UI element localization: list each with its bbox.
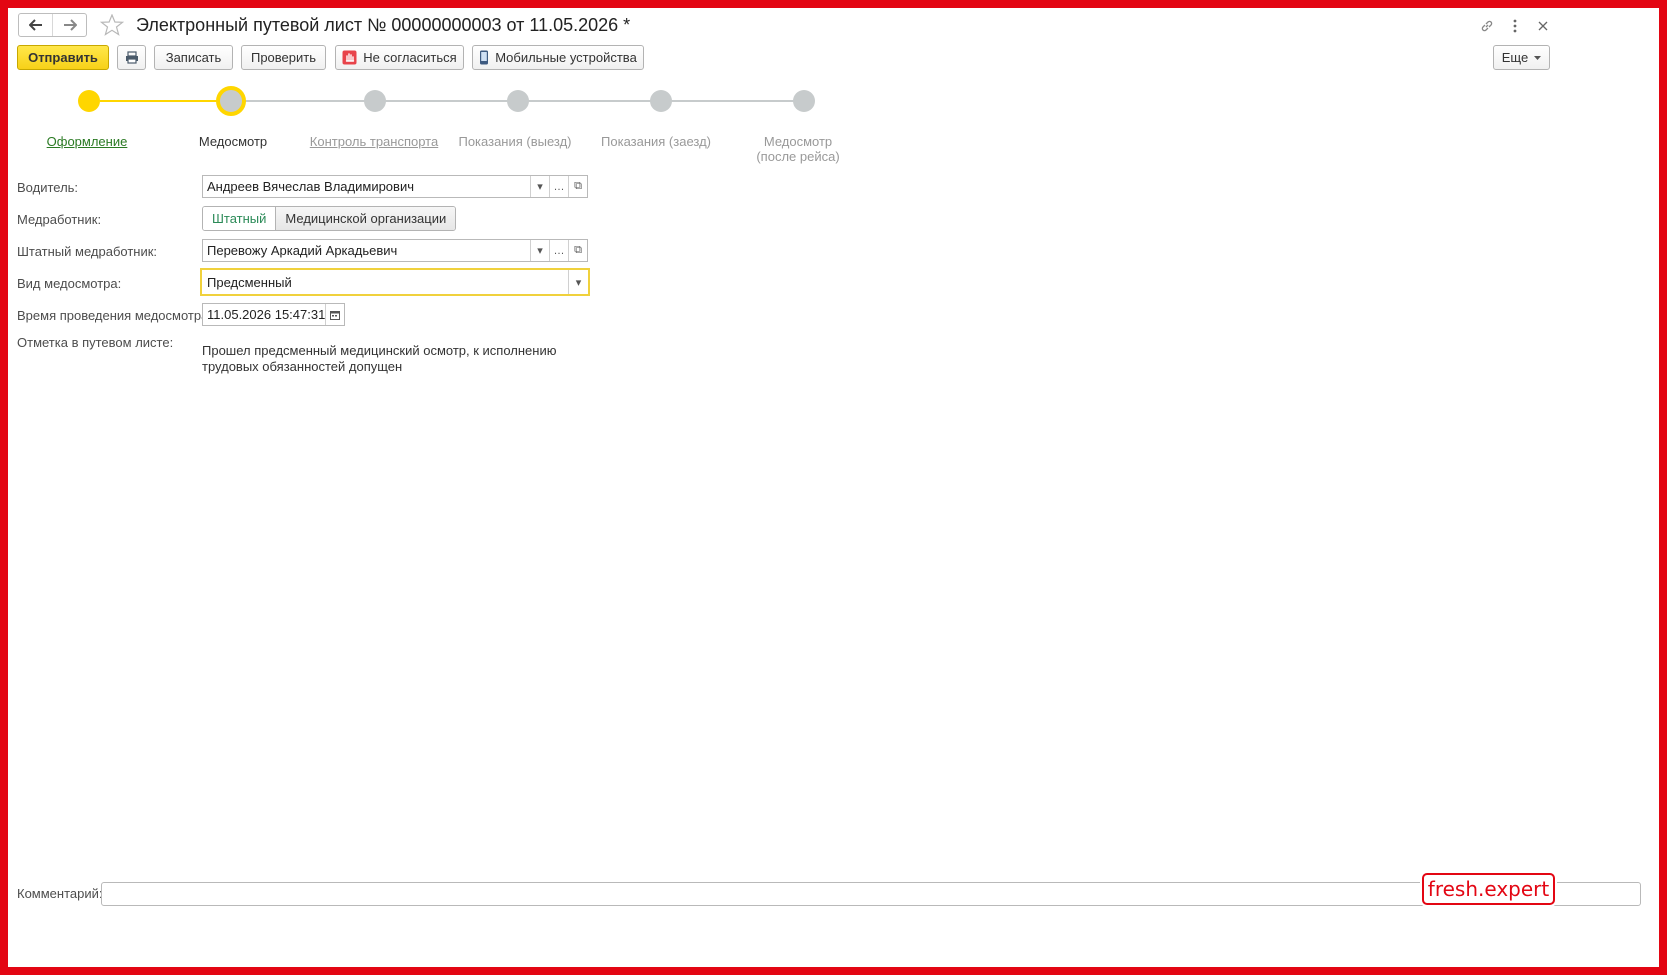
exam-type-value: Предсменный [207, 274, 292, 290]
note-label: Отметка в путевом листе: [17, 335, 174, 350]
link-icon[interactable] [1478, 17, 1496, 35]
print-button[interactable] [117, 45, 146, 70]
comment-input[interactable] [101, 882, 1641, 906]
mobile-devices-label: Мобильные устройства [495, 50, 637, 65]
note-line-2: трудовых обязанностей допущен [202, 359, 403, 374]
stop-hand-icon [342, 50, 357, 65]
printer-icon [125, 51, 138, 64]
arrow-right-icon [63, 19, 77, 31]
disagree-button-label: Не согласиться [363, 50, 457, 65]
chevron-down-icon [1534, 55, 1542, 60]
write-button[interactable]: Записать [154, 45, 233, 70]
exam-time-value: 11.05.2026 15:47:31 [207, 307, 325, 322]
exam-type-dropdown-icon[interactable]: ▾ [568, 270, 588, 294]
disagree-button[interactable]: Не согласиться [335, 45, 464, 70]
driver-dropdown-icon[interactable]: ▾ [530, 176, 549, 197]
check-button[interactable]: Проверить [241, 45, 326, 70]
more-button[interactable]: Еще [1493, 45, 1550, 70]
step-dot-transport-control[interactable] [364, 90, 386, 112]
calendar-icon[interactable] [325, 304, 344, 325]
staff-medworker-label: Штатный медработник: [17, 244, 158, 259]
exam-type-label: Вид медосмотра: [17, 276, 122, 291]
watermark-logo: fresh.expert [1422, 873, 1555, 905]
staff-medworker-select-icon[interactable]: … [549, 240, 568, 261]
driver-select-icon[interactable]: … [549, 176, 568, 197]
step-dot-registration[interactable] [78, 90, 100, 112]
step-transport-control[interactable]: Контроль транспорта [304, 134, 444, 149]
step-registration[interactable]: Оформление [17, 134, 157, 149]
nav-buttons [18, 13, 87, 37]
send-button-label: Отправить [28, 50, 98, 65]
more-vertical-icon[interactable] [1506, 17, 1524, 35]
mobile-devices-button[interactable]: Мобильные устройства [472, 45, 644, 70]
step-dot-readings-in[interactable] [650, 90, 672, 112]
forward-button[interactable] [52, 14, 86, 36]
send-button[interactable]: Отправить [17, 45, 109, 70]
comment-label: Комментарий: [17, 886, 103, 901]
staff-medworker-value: Перевожу Аркадий Аркадьевич [207, 243, 398, 258]
medworker-option-medorg[interactable]: Медицинской организации [275, 207, 456, 230]
exam-time-label: Время проведения медосмотра: [17, 308, 212, 323]
step-readings-in: Показания (заезд) [601, 134, 711, 149]
step-post-trip-medcheck: Медосмотр (после рейса) [728, 134, 868, 164]
step-post-trip-line1: Медосмотр [763, 134, 833, 149]
page-title: Электронный путевой лист № 00000000003 о… [136, 15, 631, 35]
staff-medworker-open-icon[interactable]: ⧉ [568, 240, 587, 261]
step-dot-medcheck[interactable] [216, 86, 246, 116]
more-button-label: Еще [1501, 50, 1529, 65]
medworker-label: Медработник: [17, 212, 102, 227]
staff-medworker-field[interactable]: Перевожу Аркадий Аркадьевич ▾ … ⧉ [202, 239, 588, 262]
exam-time-field[interactable]: 11.05.2026 15:47:31 [202, 303, 345, 326]
driver-field[interactable]: Андреев Вячеслав Владимирович ▾ … ⧉ [202, 175, 588, 198]
driver-open-icon[interactable]: ⧉ [568, 176, 587, 197]
driver-label: Водитель: [17, 180, 79, 195]
note-text: Прошел предсменный медицинский осмотр, к… [202, 343, 562, 375]
step-post-trip-line2: (после рейса) [756, 149, 840, 164]
medworker-switch[interactable]: Штатный Медицинской организации [202, 206, 457, 231]
progress-steps: Оформление Медосмотр Контроль транспорта… [8, 86, 908, 168]
driver-value: Андреев Вячеслав Владимирович [207, 179, 414, 194]
note-line-1: Прошел предсменный медицинский осмотр, к… [202, 343, 557, 358]
step-connector-done [100, 100, 231, 102]
document-window: Электронный путевой лист № 00000000003 о… [8, 8, 1659, 967]
write-button-label: Записать [165, 50, 222, 65]
close-icon[interactable] [1534, 17, 1552, 35]
staff-medworker-dropdown-icon[interactable]: ▾ [530, 240, 549, 261]
medworker-option-staff[interactable]: Штатный [203, 207, 276, 230]
check-button-label: Проверить [250, 50, 316, 65]
step-connector-pending [245, 100, 813, 102]
title-bar: Электронный путевой лист № 00000000003 о… [8, 8, 1659, 42]
step-readings-out: Показания (выезд) [458, 134, 572, 149]
mobile-phone-icon [480, 50, 489, 65]
step-medcheck: Медосмотр [198, 134, 268, 149]
step-dot-post-trip-medcheck[interactable] [793, 90, 815, 112]
back-button[interactable] [19, 14, 52, 36]
step-dot-readings-out[interactable] [507, 90, 529, 112]
exam-type-field[interactable]: Предсменный ▾ [200, 268, 590, 296]
favorite-star-icon[interactable] [99, 13, 125, 39]
arrow-left-icon [28, 19, 42, 31]
